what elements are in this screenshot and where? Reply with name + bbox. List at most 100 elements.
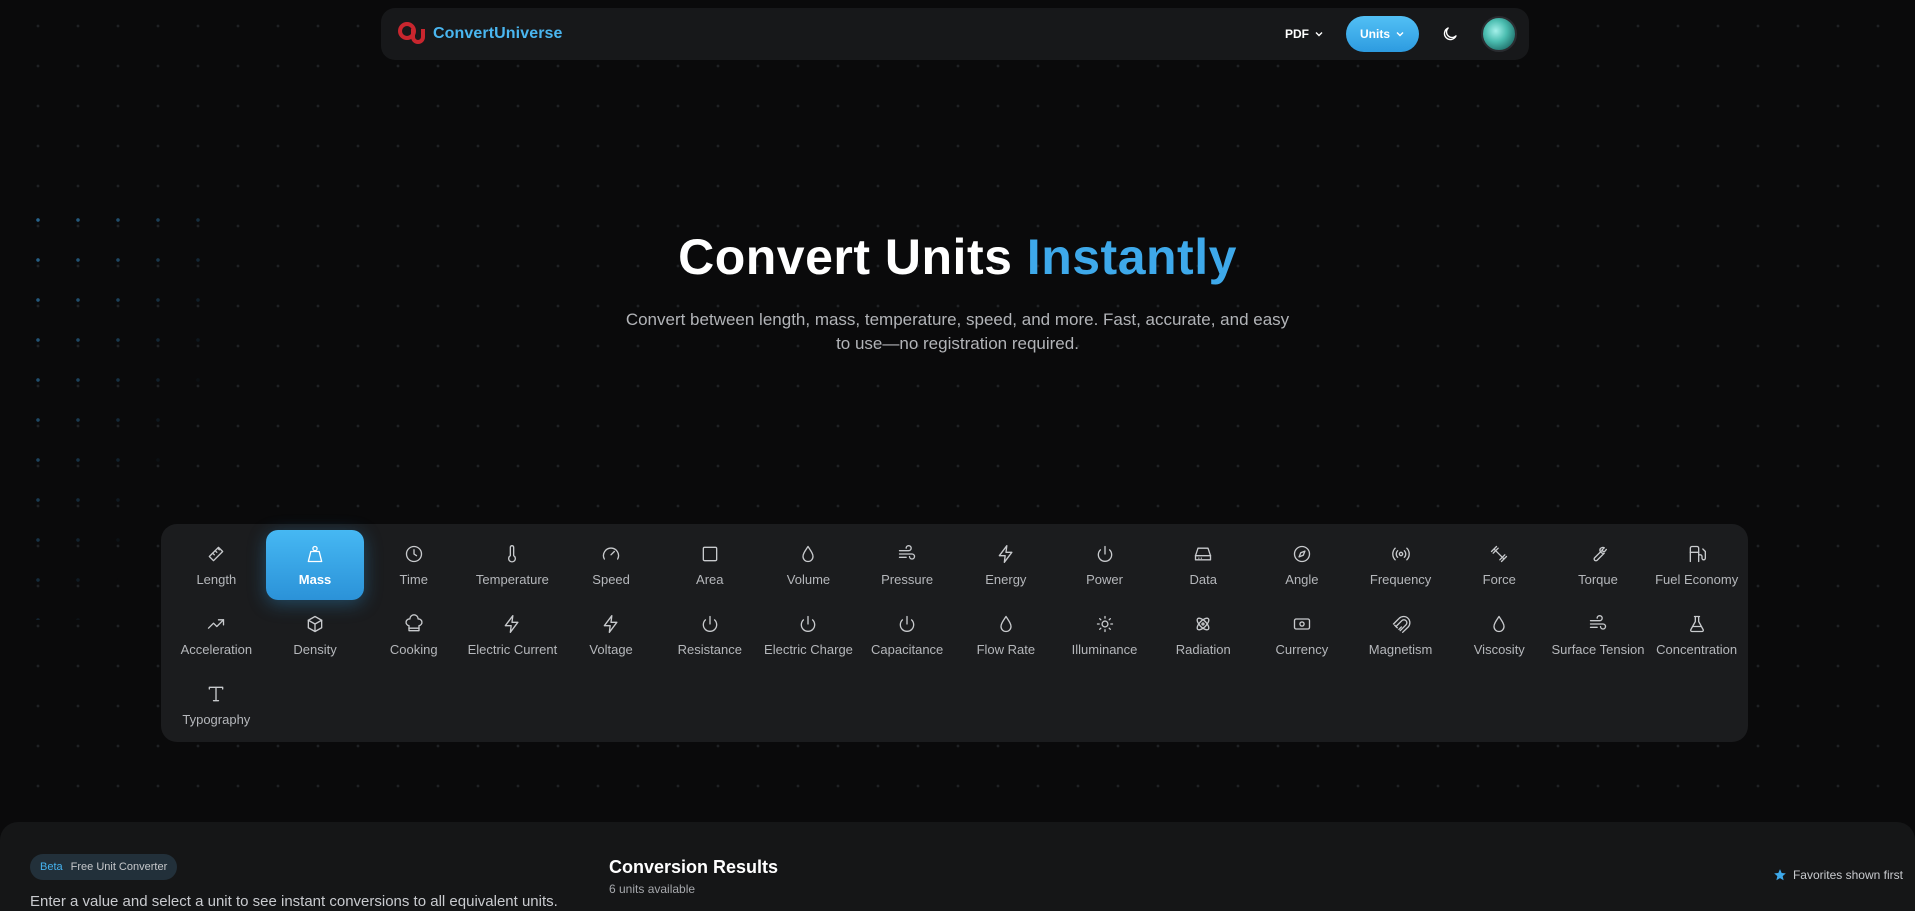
category-viscosity[interactable]: Viscosity [1450,600,1549,670]
category-data[interactable]: Data [1154,530,1253,600]
category-label: Electric Charge [764,641,853,657]
category-concentration[interactable]: Concentration [1647,600,1746,670]
category-label: Area [696,571,724,587]
square-icon [702,546,718,561]
category-label: Electric Current [467,641,558,657]
category-volume[interactable]: Volume [759,530,858,600]
category-label: Temperature [475,571,549,587]
category-label: Data [1189,571,1217,587]
power-icon [899,615,915,632]
category-temperature[interactable]: Temperature [463,530,562,600]
category-label: Currency [1275,641,1329,657]
droplet-icon [1493,615,1505,632]
dot-grid-background [0,0,1915,911]
category-label: Density [293,641,337,657]
star-icon [1774,869,1786,881]
category-capacitance[interactable]: Capacitance [858,600,957,670]
category-electric-charge[interactable]: Electric Charge [759,600,858,670]
pdf-menu-label: PDF [1285,27,1309,41]
category-speed[interactable]: Speed [562,530,661,600]
category-label: Time [399,571,428,587]
category-label: Capacitance [871,641,944,657]
category-power[interactable]: Power [1055,530,1154,600]
category-label: Frequency [1369,571,1432,587]
user-avatar[interactable] [1481,16,1517,52]
category-label: Resistance [677,641,742,657]
banknote-icon [1293,617,1311,630]
wind-icon [898,544,916,560]
category-mass[interactable]: Mass [265,530,365,600]
category-illuminance[interactable]: Illuminance [1055,600,1154,670]
category-pressure[interactable]: Pressure [858,530,957,600]
box-icon [307,615,323,632]
category-force[interactable]: Force [1450,530,1549,600]
results-title: Conversion Results [609,857,779,877]
hard-drive-icon [1195,547,1212,560]
category-resistance[interactable]: Resistance [660,600,759,670]
category-label: Flow Rate [976,641,1036,657]
wind-icon [1589,614,1607,630]
category-label: Surface Tension [1551,641,1645,657]
ruler-icon [209,546,224,561]
wrench-icon [1593,546,1607,561]
category-currency[interactable]: Currency [1253,600,1352,670]
clock-icon [405,545,422,562]
category-radiation[interactable]: Radiation [1154,600,1253,670]
category-torque[interactable]: Torque [1549,530,1648,600]
category-energy[interactable]: Energy [957,530,1056,600]
favorites-note: Favorites shown first [1773,868,1903,882]
category-surface-tension[interactable]: Surface Tension [1549,600,1648,670]
top-navbar: ConvertUniverse PDF Units [381,8,1529,60]
fuel-icon [1689,545,1706,562]
gauge-icon [602,546,620,560]
thermometer-icon [508,544,517,563]
dumbbell-icon [1491,545,1508,562]
category-area[interactable]: Area [660,530,759,600]
category-fuel-economy[interactable]: Fuel Economy [1647,530,1746,600]
category-length[interactable]: Length [167,530,266,600]
results-count: 6 units available [609,882,696,896]
category-label: Torque [1578,571,1618,587]
chef-hat-icon [405,613,423,631]
category-label: Angle [1285,571,1319,587]
power-icon [702,615,718,632]
chevron-down-icon [1396,32,1404,37]
category-cooking[interactable]: Cooking [364,600,463,670]
bolt-icon [505,614,519,633]
category-voltage[interactable]: Voltage [562,600,661,670]
chevron-down-icon [1315,32,1323,37]
category-angle[interactable]: Angle [1253,530,1352,600]
category-flow-rate[interactable]: Flow Rate [957,600,1056,670]
brand-logo[interactable]: ConvertUniverse [397,19,563,49]
category-electric-current[interactable]: Electric Current [463,600,562,670]
favorites-label: Favorites shown first [1792,868,1903,882]
moon-icon[interactable] [1441,25,1459,43]
category-label: Energy [985,571,1027,587]
category-acceleration[interactable]: Acceleration [167,600,266,670]
category-panel: Length Mass Time Temperature Speed Area Volume… [161,524,1748,742]
pdf-menu-button[interactable]: PDF [1277,27,1332,41]
category-label: Mass [298,571,332,587]
category-label: Power [1086,571,1123,587]
magnet-icon [1392,615,1411,633]
category-density[interactable]: Density [266,600,365,670]
units-menu-button[interactable]: Units [1346,16,1419,52]
radio-icon [1391,547,1410,560]
bolt-icon [603,614,618,633]
category-time[interactable]: Time [364,530,463,600]
category-frequency[interactable]: Frequency [1351,530,1450,600]
category-magnetism[interactable]: Magnetism [1351,600,1450,670]
category-label: Acceleration [180,641,253,657]
power-icon [801,615,816,632]
brand-name: ConvertUniverse [433,25,563,42]
trending-up-icon [208,618,225,629]
converter-instructions: Enter a value and select a unit to see i… [30,893,558,910]
atom-icon [1196,617,1210,630]
droplet-icon [1000,615,1012,632]
category-label: Fuel Economy [1655,571,1739,587]
compass-icon [1293,545,1311,562]
category-label: Magnetism [1368,641,1433,657]
category-typography[interactable]: Typography [167,670,266,740]
category-label: Voltage [589,641,633,657]
sun-icon [1096,615,1113,632]
